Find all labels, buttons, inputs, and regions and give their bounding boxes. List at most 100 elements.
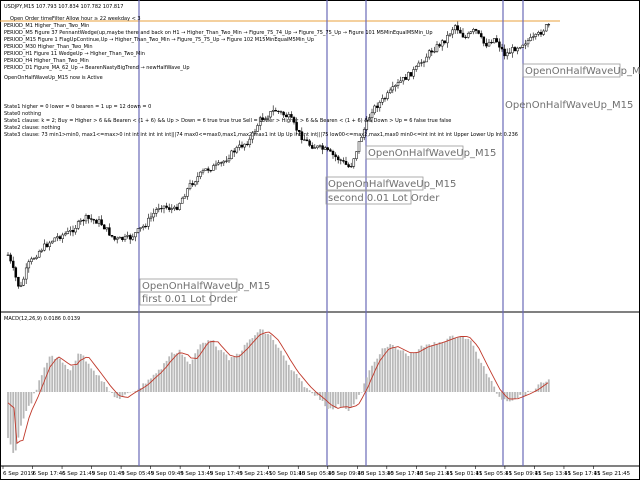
macd-bar: [23, 392, 25, 418]
macd-bar: [327, 392, 329, 409]
macd-bar: [252, 338, 254, 392]
candle-body: [504, 49, 506, 56]
macd-label: MACD(12,26,9) 0.0186 0.0139: [4, 316, 80, 322]
candle-body: [10, 255, 12, 261]
macd-bar: [288, 365, 290, 392]
macd-bar: [10, 392, 12, 444]
annotation-first-lot[interactable]: first 0.01 Lot Order: [142, 294, 238, 305]
candle-body: [342, 160, 344, 161]
candle-body: [49, 243, 51, 247]
candle-body: [496, 38, 498, 41]
candle-body: [548, 24, 550, 25]
annotation-second-lot[interactable]: second 0.01 Lot Order: [328, 193, 440, 204]
macd-bar: [314, 392, 316, 396]
macd-bar: [278, 348, 280, 392]
state-line-0: State1 higher = 0 lower = 0 bearen = 1 u…: [4, 104, 151, 110]
macd-bar: [46, 363, 48, 392]
macd-bar: [293, 371, 295, 392]
macd-bar: [98, 375, 100, 392]
candle-body: [509, 53, 511, 54]
candle-body: [127, 235, 129, 236]
candle-body: [376, 106, 378, 108]
macd-bar: [428, 344, 430, 392]
candle-body: [166, 206, 168, 208]
macd-bar: [436, 344, 438, 392]
annotation-open-5[interactable]: OpenOnHalfWaveUp_M15: [525, 66, 640, 77]
macd-bar: [470, 341, 472, 392]
candle-body: [111, 235, 113, 236]
candle-body: [197, 177, 199, 182]
candle-body: [522, 45, 524, 47]
macd-bar: [270, 335, 272, 392]
chart-window[interactable]: USDJPY,M15 107.793 107.834 107.782 107.8…: [0, 0, 640, 480]
macd-bar: [62, 363, 64, 392]
macd-bar: [36, 390, 38, 392]
candle-body: [470, 32, 472, 34]
macd-bar: [387, 347, 389, 392]
candle-body: [56, 237, 58, 238]
info-line-3: PERIOD_M15 Figure 1 FlagUpContinue,Up → …: [4, 37, 314, 43]
candle-body: [257, 125, 259, 131]
active-line: OpenOnHalfWaveUp_M15 now is Active: [4, 75, 103, 81]
macd-bar: [509, 392, 511, 401]
candle-body: [537, 32, 539, 34]
macd-bar: [145, 384, 147, 392]
candle-body: [454, 26, 456, 30]
macd-bar: [337, 392, 339, 404]
candle-body: [340, 160, 342, 161]
macd-bar: [265, 334, 267, 392]
candle-body: [483, 37, 485, 43]
macd-bar: [33, 392, 35, 393]
macd-bar: [101, 381, 103, 392]
macd-bar: [96, 375, 98, 392]
candle-body: [202, 171, 204, 173]
candle-body: [431, 51, 433, 52]
macd-bar: [439, 342, 441, 392]
macd-bar: [478, 359, 480, 392]
candle-body: [80, 220, 82, 221]
macd-bar: [31, 392, 33, 403]
candle-body: [428, 51, 430, 57]
macd-bar: [153, 375, 155, 392]
candle-body: [54, 238, 56, 241]
chart-canvas[interactable]: USDJPY,M15 107.793 107.834 107.782 107.8…: [0, 0, 640, 480]
macd-bar: [291, 370, 293, 392]
candle-body: [387, 93, 389, 99]
macd-bar: [218, 350, 220, 392]
macd-bar: [358, 392, 360, 395]
annotation-open-1[interactable]: OpenOnHalfWaveUp_M15: [142, 281, 270, 292]
candle-body: [348, 165, 350, 167]
macd-bar: [332, 392, 334, 409]
macd-bar: [356, 392, 358, 399]
candle-body: [233, 151, 235, 152]
state-line-1: State0 nothing: [4, 111, 41, 117]
candle-body: [223, 161, 225, 163]
macd-bar: [434, 342, 436, 392]
candle-body: [433, 51, 435, 52]
macd-bar: [301, 381, 303, 392]
macd-bar: [88, 364, 90, 392]
candle-body: [459, 30, 461, 33]
macd-bar: [431, 345, 433, 392]
macd-bar: [306, 388, 308, 392]
candle-body: [381, 98, 383, 102]
candle-body: [249, 139, 251, 144]
candle-body: [173, 207, 175, 208]
candle-body: [415, 66, 417, 69]
candle-body: [384, 98, 386, 99]
macd-bar: [83, 356, 85, 392]
candle-body: [168, 208, 170, 210]
annotation-open-2[interactable]: OpenOnHalfWaveUp_M15: [328, 179, 456, 190]
candle-body: [449, 34, 451, 35]
candle-body: [220, 163, 222, 164]
candle-body: [314, 148, 316, 149]
macd-bar: [194, 353, 196, 392]
macd-bar: [376, 359, 378, 392]
annotation-open-3[interactable]: OpenOnHalfWaveUp_M15: [368, 148, 496, 159]
candle-body: [38, 251, 40, 257]
macd-bar: [111, 392, 113, 393]
macd-bar: [389, 344, 391, 392]
candle-body: [28, 262, 30, 268]
candle-body: [441, 41, 443, 46]
annotation-open-4[interactable]: OpenOnHalfWaveUp_M15: [505, 100, 633, 111]
